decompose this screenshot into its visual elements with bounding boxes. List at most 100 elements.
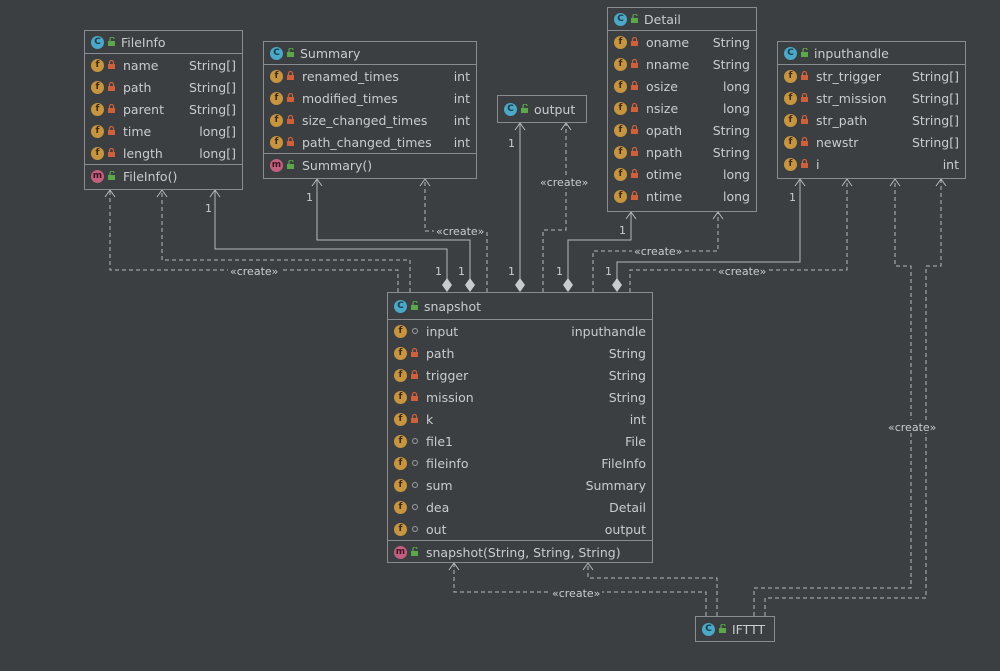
- field-row[interactable]: f i int: [778, 153, 965, 175]
- field-name: modified_times: [302, 90, 398, 106]
- field-name: out: [426, 521, 447, 537]
- field-icon: f: [784, 113, 797, 127]
- class-header: C IFTTT: [696, 617, 774, 641]
- field-row[interactable]: f oname String: [608, 31, 756, 53]
- field-icon: f: [784, 157, 797, 171]
- field-type: int: [453, 68, 470, 84]
- method-row[interactable]: m Summary(): [264, 154, 476, 176]
- method-row[interactable]: m snapshot(String, String, String): [388, 541, 652, 563]
- public-lock-icon: [800, 48, 810, 58]
- field-row[interactable]: f opath String: [608, 119, 756, 141]
- field-row[interactable]: f trigger String: [388, 364, 652, 386]
- field-row[interactable]: f out output: [388, 518, 652, 540]
- class-summary[interactable]: C Summary f renamed_times int f modified_ti…: [263, 41, 477, 179]
- field-row[interactable]: f npath String: [608, 141, 756, 163]
- field-row[interactable]: f dea Detail: [388, 496, 652, 518]
- field-type: int: [453, 134, 470, 150]
- field-name: oname: [646, 34, 690, 50]
- field-name: str_mission: [816, 90, 887, 106]
- class-output[interactable]: C output: [497, 95, 587, 123]
- package-visibility-icon: [410, 458, 420, 468]
- field-row[interactable]: f path String: [388, 342, 652, 364]
- field-type: inputhandle: [571, 323, 646, 339]
- field-name: osize: [646, 78, 678, 94]
- field-icon: f: [784, 135, 797, 149]
- field-row[interactable]: f str_trigger String[]: [778, 65, 965, 87]
- class-header: C output: [498, 96, 586, 122]
- field-name: input: [426, 323, 459, 339]
- field-name: file1: [426, 433, 453, 449]
- field-icon: f: [784, 69, 797, 83]
- field-list: f name String[] f path String[] f parent Strin…: [85, 54, 242, 164]
- class-icon: C: [91, 35, 104, 49]
- main-class-icon: C: [702, 622, 715, 636]
- private-lock-icon: [286, 71, 296, 81]
- field-icon: f: [91, 102, 104, 116]
- class-inputhandle[interactable]: C inputhandle f str_trigger String[] f str_…: [777, 41, 966, 179]
- private-lock-icon: [800, 137, 810, 147]
- field-row[interactable]: f name String[]: [85, 54, 242, 76]
- private-lock-icon: [286, 93, 296, 103]
- field-name: parent: [123, 101, 164, 117]
- field-row[interactable]: f str_mission String[]: [778, 87, 965, 109]
- field-type: String[]: [911, 134, 959, 150]
- field-row[interactable]: f renamed_times int: [264, 65, 476, 87]
- private-lock-icon: [107, 148, 117, 158]
- create-label-summary: «create»: [436, 225, 484, 238]
- class-icon: C: [394, 299, 407, 313]
- method-row[interactable]: m FileInfo(): [85, 165, 242, 187]
- class-name: output: [534, 101, 576, 117]
- field-icon: f: [91, 80, 104, 94]
- field-row[interactable]: f time long[]: [85, 120, 242, 142]
- field-row[interactable]: f ntime long: [608, 185, 756, 207]
- field-row[interactable]: f otime long: [608, 163, 756, 185]
- create-label-ifttt-snapshot: «create»: [552, 587, 600, 600]
- field-list: f str_trigger String[] f str_mission String[…: [778, 65, 965, 175]
- field-row[interactable]: f input inputhandle: [388, 320, 652, 342]
- field-type: long: [723, 78, 750, 94]
- package-visibility-icon: [410, 480, 420, 490]
- field-type: String: [712, 122, 750, 138]
- field-icon: f: [394, 390, 407, 404]
- field-name: otime: [646, 166, 682, 182]
- field-name: trigger: [426, 367, 469, 383]
- class-header: C FileInfo: [85, 31, 242, 54]
- field-row[interactable]: f length long[]: [85, 142, 242, 164]
- field-row[interactable]: f path String[]: [85, 76, 242, 98]
- field-row[interactable]: f fileinfo FileInfo: [388, 452, 652, 474]
- mult-output-top: 1: [508, 137, 515, 150]
- field-row[interactable]: f size_changed_times int: [264, 109, 476, 131]
- field-row[interactable]: f path_changed_times int: [264, 131, 476, 153]
- field-row[interactable]: f sum Summary: [388, 474, 652, 496]
- field-type: long: [723, 166, 750, 182]
- class-fileinfo[interactable]: C FileInfo f name String[] f path String[] f…: [84, 30, 243, 190]
- field-row[interactable]: f newstr String[]: [778, 131, 965, 153]
- field-row[interactable]: f file1 File: [388, 430, 652, 452]
- package-visibility-icon: [410, 326, 420, 336]
- field-type: long: [723, 188, 750, 204]
- private-lock-icon: [630, 81, 640, 91]
- class-ifttt[interactable]: C IFTTT: [695, 616, 775, 642]
- private-lock-icon: [800, 93, 810, 103]
- field-row[interactable]: f nsize long: [608, 97, 756, 119]
- field-type: String[]: [911, 90, 959, 106]
- field-row[interactable]: f osize long: [608, 75, 756, 97]
- field-row[interactable]: f modified_times int: [264, 87, 476, 109]
- class-detail[interactable]: C Detail f oname String f nname String f osiz…: [607, 7, 757, 212]
- field-list: f oname String f nname String f osize long f ns…: [608, 31, 756, 207]
- field-icon: f: [91, 58, 104, 72]
- class-snapshot[interactable]: C snapshot f input inputhandle f path String…: [387, 292, 653, 563]
- field-row[interactable]: f str_path String[]: [778, 109, 965, 131]
- field-row[interactable]: f nname String: [608, 53, 756, 75]
- method-name: snapshot(String, String, String): [426, 544, 621, 560]
- public-lock-icon: [410, 301, 420, 311]
- field-type: String: [608, 389, 646, 405]
- field-row[interactable]: f k int: [388, 408, 652, 430]
- method-icon: m: [394, 545, 407, 559]
- field-name: nsize: [646, 100, 679, 116]
- class-name: IFTTT: [732, 621, 766, 637]
- field-row[interactable]: f mission String: [388, 386, 652, 408]
- field-row[interactable]: f parent String[]: [85, 98, 242, 120]
- class-name: inputhandle: [814, 45, 889, 61]
- mult-output-bottom: 1: [508, 265, 515, 278]
